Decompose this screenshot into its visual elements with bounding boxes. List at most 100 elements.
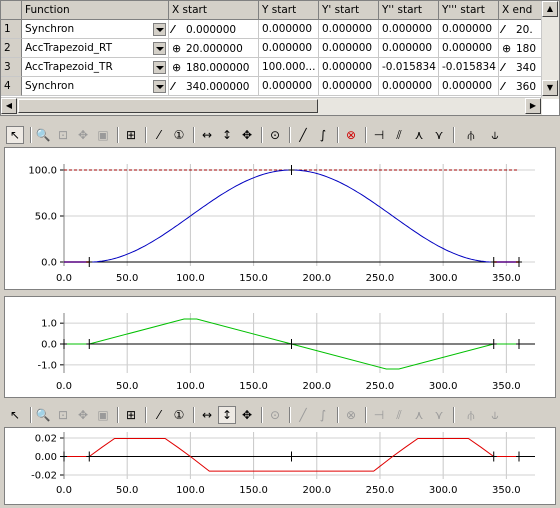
zoom-icon[interactable]: 🔍 [34, 406, 52, 424]
row-number[interactable]: 4 [1, 77, 22, 96]
curve-tool-icon[interactable]: ∫ [314, 406, 332, 424]
acceleration-chart[interactable]: 0.0 50.0 100.0 150.0 200.0 250.0 300.0 350.0 0.0… [5, 428, 555, 504]
pan-icon[interactable]: ✥ [74, 406, 92, 424]
snap-b-icon[interactable]: ⫝ [486, 406, 504, 424]
table-cell[interactable]: 0.000000 [319, 58, 379, 77]
snap-a-icon[interactable]: ⫛ [462, 406, 480, 424]
snap-a-icon[interactable]: ⫛ [462, 126, 480, 144]
insert-diagonal-icon[interactable]: ⫽ [390, 126, 408, 144]
zoom-icon[interactable]: 🔍 [34, 126, 52, 144]
row-number[interactable]: 2 [1, 39, 22, 58]
insert-horizontal-icon[interactable]: ⊣ [370, 126, 388, 144]
line-segment-icon[interactable]: ⁄ [502, 77, 516, 95]
table-cell[interactable]: 0.000000 [259, 39, 319, 58]
line-tool-icon[interactable]: ╱ [294, 406, 312, 424]
function-select-cell[interactable]: AccTrapezoid_TR [22, 58, 169, 77]
number-one-icon[interactable]: ① [170, 126, 188, 144]
table-cell[interactable]: 0.000000 [259, 77, 319, 96]
line-segment-icon[interactable]: ⁄ [172, 77, 186, 95]
table-cell[interactable]: ⁄ 360 [499, 77, 544, 96]
line-segment-icon[interactable]: ⁄ [502, 20, 516, 38]
zoom-window-icon[interactable]: ⊡ [54, 406, 72, 424]
split-icon[interactable]: ⋏ [410, 406, 428, 424]
scale-both-icon[interactable]: ✥ [238, 406, 256, 424]
insert-horizontal-icon[interactable]: ⊣ [370, 406, 388, 424]
function-select-cell[interactable]: Synchron [22, 20, 169, 39]
crosshair-circle-icon[interactable]: ⊕ [502, 39, 516, 57]
position-chart[interactable]: 0.0 50.0 100.0 150.0 200.0 250.0 300.0 350.0 0.0… [5, 148, 555, 289]
table-cell[interactable]: 0.000000 [379, 77, 439, 96]
row-number[interactable]: 1 [1, 20, 22, 39]
crosshair-circle-icon[interactable]: ⊕ [172, 39, 186, 57]
fit-view-icon[interactable]: ⊞ [122, 406, 140, 424]
delete-icon[interactable]: ⊗ [342, 406, 360, 424]
scroll-right-button[interactable]: ▶ [525, 98, 541, 114]
table-cell[interactable]: -0.015834 [439, 58, 499, 77]
function-dropdown-button[interactable] [153, 61, 166, 74]
edit-point-icon[interactable]: ⁄ [150, 406, 168, 424]
pointer-icon[interactable]: ↖ [6, 126, 24, 144]
table-cell[interactable]: ⁄ 340.000000 [169, 77, 259, 96]
copy-icon[interactable]: ▣ [94, 126, 112, 144]
function-select-cell[interactable]: AccTrapezoid_RT [22, 39, 169, 58]
column-header[interactable]: X start [169, 1, 259, 20]
insert-diagonal-icon[interactable]: ⫽ [390, 406, 408, 424]
function-select-cell[interactable]: Synchron [22, 77, 169, 96]
table-cell[interactable]: 0.000000 [439, 20, 499, 39]
function-dropdown-button[interactable] [153, 23, 166, 36]
scroll-up-button[interactable]: ▲ [542, 1, 558, 17]
crosshair-circle-icon[interactable]: ⊕ [172, 58, 186, 76]
column-header[interactable]: Y' start [319, 1, 379, 20]
scale-vertical-icon[interactable]: ↕ [218, 126, 236, 144]
scroll-thumb[interactable] [18, 99, 318, 113]
add-point-icon[interactable]: ⊙ [266, 126, 284, 144]
scroll-left-button[interactable]: ◀ [1, 98, 17, 114]
function-dropdown-button[interactable] [153, 42, 166, 55]
table-horizontal-scrollbar[interactable]: ◀ ▶ [1, 97, 542, 115]
table-cell[interactable]: ⁄ 0.000000 [169, 20, 259, 39]
table-cell[interactable]: ⁄ 20. [499, 20, 544, 39]
merge-icon[interactable]: ⋎ [430, 406, 448, 424]
table-cell[interactable]: 0.000000 [439, 77, 499, 96]
table-cell[interactable]: 0.000000 [379, 39, 439, 58]
table-cell[interactable]: 0.000000 [319, 39, 379, 58]
snap-b-icon[interactable]: ⫝ [486, 126, 504, 144]
scale-horizontal-icon[interactable]: ↔ [198, 406, 216, 424]
column-header[interactable]: Y''' start [439, 1, 499, 20]
scroll-down-button[interactable]: ▼ [542, 80, 558, 96]
table-vertical-scrollbar[interactable]: ▲ ▼ [541, 1, 559, 99]
line-segment-icon[interactable]: ⁄ [172, 20, 186, 38]
table-cell[interactable]: 0.000000 [319, 77, 379, 96]
number-one-icon[interactable]: ① [170, 406, 188, 424]
row-number[interactable]: 3 [1, 58, 22, 77]
table-cell[interactable]: 0.000000 [439, 39, 499, 58]
curve-tool-icon[interactable]: ∫ [314, 126, 332, 144]
split-icon[interactable]: ⋏ [410, 126, 428, 144]
table-cell[interactable]: ⁄ 340 [499, 58, 544, 77]
column-header[interactable]: Y'' start [379, 1, 439, 20]
column-header[interactable]: Y start [259, 1, 319, 20]
column-header[interactable]: X end [499, 1, 544, 20]
cam-segment-table[interactable]: Function X start Y start Y' start Y'' start Y… [0, 0, 560, 116]
table-cell[interactable]: 100.000... [259, 58, 319, 77]
function-dropdown-button[interactable] [153, 80, 166, 93]
line-tool-icon[interactable]: ╱ [294, 126, 312, 144]
pan-icon[interactable]: ✥ [74, 126, 92, 144]
table-cell[interactable]: ⊕ 20.000000 [169, 39, 259, 58]
table-cell[interactable]: 0.000000 [319, 20, 379, 39]
pointer-icon[interactable]: ↖ [6, 406, 24, 424]
table-cell[interactable]: ⊕ 180 [499, 39, 544, 58]
add-point-icon[interactable]: ⊙ [266, 406, 284, 424]
edit-point-icon[interactable]: ⁄ [150, 126, 168, 144]
column-header[interactable]: Function [22, 1, 169, 20]
merge-icon[interactable]: ⋎ [430, 126, 448, 144]
delete-icon[interactable]: ⊗ [342, 126, 360, 144]
velocity-chart[interactable]: 0.0 50.0 100.0 150.0 200.0 250.0 300.0 350.0 1.0… [5, 297, 555, 397]
table-cell[interactable]: 0.000000 [379, 20, 439, 39]
table-cell[interactable]: 0.000000 [259, 20, 319, 39]
fit-view-icon[interactable]: ⊞ [122, 126, 140, 144]
line-segment-icon[interactable]: ⁄ [502, 58, 516, 76]
copy-icon[interactable]: ▣ [94, 406, 112, 424]
scale-both-icon[interactable]: ✥ [238, 126, 256, 144]
scale-horizontal-icon[interactable]: ↔ [198, 126, 216, 144]
